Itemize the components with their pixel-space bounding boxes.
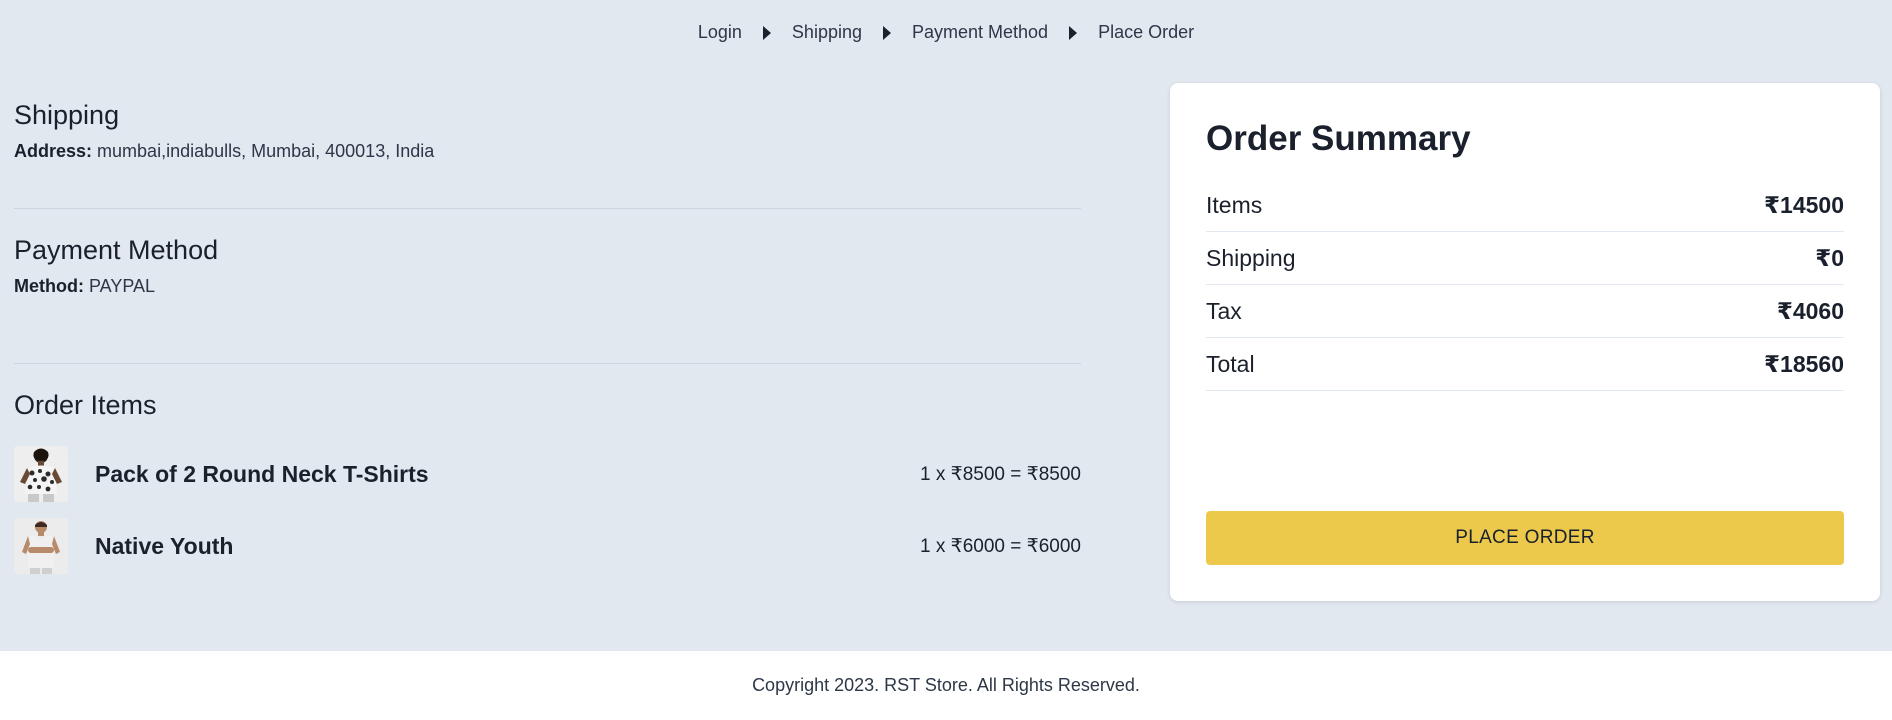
floral-shirt-product-image[interactable] bbox=[14, 446, 68, 502]
item-name-link[interactable]: Pack of 2 Round Neck T-Shirts bbox=[95, 461, 920, 488]
shipping-address: Address: mumbai,indiabulls, Mumbai, 4000… bbox=[14, 141, 1081, 162]
order-summary-card: Order Summary Items ₹14500 Shipping ₹0 T… bbox=[1170, 83, 1880, 601]
place-order-button[interactable]: PLACE ORDER bbox=[1206, 511, 1844, 565]
footer: Copyright 2023. RST Store. All Rights Re… bbox=[0, 651, 1892, 720]
item-price-line: 1 x ₹8500 = ₹8500 bbox=[920, 463, 1081, 485]
breadcrumb-shipping[interactable]: Shipping bbox=[788, 20, 866, 45]
summary-label: Tax bbox=[1206, 297, 1242, 324]
item-name-link[interactable]: Native Youth bbox=[95, 533, 920, 560]
summary-row-shipping: Shipping ₹0 bbox=[1206, 232, 1844, 285]
summary-value: ₹4060 bbox=[1776, 297, 1844, 324]
method-value: PAYPAL bbox=[89, 276, 156, 296]
chevron-right-icon bbox=[762, 25, 771, 40]
list-item: Native Youth 1 x ₹6000 = ₹6000 bbox=[14, 518, 1081, 574]
order-items-list: Pack of 2 Round Neck T-Shirts 1 x ₹8500 … bbox=[14, 446, 1081, 574]
chevron-right-icon bbox=[882, 25, 891, 40]
order-summary-title: Order Summary bbox=[1206, 119, 1471, 158]
chevron-right-icon bbox=[1069, 25, 1078, 40]
order-items-title: Order Items bbox=[14, 390, 157, 420]
summary-label: Items bbox=[1206, 191, 1263, 218]
summary-label: Total bbox=[1206, 350, 1255, 377]
summary-row-tax: Tax ₹4060 bbox=[1206, 285, 1844, 338]
shipping-title: Shipping bbox=[14, 100, 120, 130]
copyright-text: Copyright 2023. RST Store. All Rights Re… bbox=[752, 675, 1140, 695]
tank-top-product-image[interactable] bbox=[14, 518, 68, 574]
order-details: Shipping Address: mumbai,indiabulls, Mum… bbox=[14, 100, 1081, 654]
summary-value: ₹0 bbox=[1815, 244, 1844, 271]
payment-title: Payment Method bbox=[14, 235, 219, 265]
summary-row-items: Items ₹14500 bbox=[1206, 179, 1844, 232]
shipping-section: Shipping Address: mumbai,indiabulls, Mum… bbox=[14, 100, 1081, 209]
method-label: Method: bbox=[14, 276, 84, 296]
summary-value: ₹18560 bbox=[1764, 350, 1844, 377]
order-summary-content: Order Summary Items ₹14500 Shipping ₹0 T… bbox=[1206, 119, 1844, 391]
breadcrumb: Login Shipping Payment Method Place Orde… bbox=[0, 20, 1892, 45]
payment-section: Payment Method Method: PAYPAL bbox=[14, 235, 1081, 364]
list-item: Pack of 2 Round Neck T-Shirts 1 x ₹8500 … bbox=[14, 446, 1081, 502]
payment-method-line: Method: PAYPAL bbox=[14, 276, 1081, 297]
address-value: mumbai,indiabulls, Mumbai, 400013, India bbox=[97, 141, 435, 161]
summary-label: Shipping bbox=[1206, 244, 1296, 271]
breadcrumb-place-order[interactable]: Place Order bbox=[1094, 20, 1198, 45]
breadcrumb-payment-method[interactable]: Payment Method bbox=[908, 20, 1052, 45]
breadcrumb-login[interactable]: Login bbox=[694, 20, 746, 45]
summary-value: ₹14500 bbox=[1764, 191, 1844, 218]
summary-row-total: Total ₹18560 bbox=[1206, 338, 1844, 391]
item-price-line: 1 x ₹6000 = ₹6000 bbox=[920, 535, 1081, 557]
order-items-section: Order Items Pack of 2 Round Neck T-Shirt… bbox=[14, 390, 1081, 654]
address-label: Address: bbox=[14, 141, 93, 161]
